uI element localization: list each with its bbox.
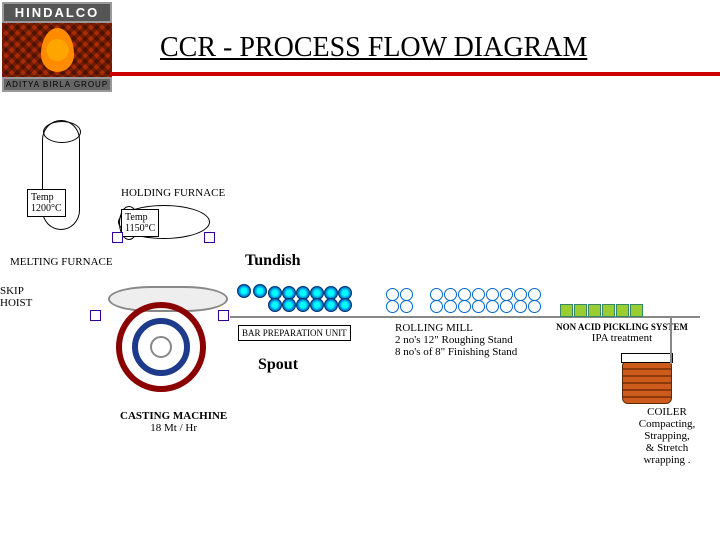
page-title: CCR - PROCESS FLOW DIAGRAM [160, 32, 587, 64]
connector-sq [90, 310, 101, 321]
logo-group: ADITYA BIRLA GROUP [2, 77, 112, 92]
coiler-block: COILER Compacting, Strapping, & Stretch … [622, 406, 712, 466]
melting-furnace-label: MELTING FURNACE [10, 256, 113, 268]
bar-prep-wheels [268, 298, 352, 312]
rolling-mill-block: ROLLING MILL 2 no's 12" Roughing Stand 8… [395, 322, 517, 358]
connector-sq [112, 232, 123, 243]
connector-sq [218, 310, 229, 321]
rolling-l1: 2 no's 12" Roughing Stand [395, 334, 517, 346]
holding-furnace-label: HOLDING FURNACE [121, 187, 225, 199]
coiler-l3: & Stretch [622, 442, 712, 454]
tundish-label: Tundish [245, 252, 300, 270]
bar-prep-label: BAR PREPARATION UNIT [238, 325, 351, 341]
coiler-feed-line [670, 318, 672, 364]
spout-label: Spout [258, 356, 298, 374]
coiler-icon [622, 360, 672, 404]
melting-temp-box: Temp 1200°C [27, 189, 66, 217]
pickling-units [560, 304, 643, 317]
rolling-title: ROLLING MILL [395, 322, 517, 334]
coiler-l1: Compacting, [622, 418, 712, 430]
rolling-rollers-bot [386, 300, 413, 313]
coiler-l4: wrapping . [622, 454, 712, 466]
company-logo: HINDALCO ADITYA BIRLA GROUP [2, 2, 112, 92]
bar-prep-wheels [237, 284, 267, 298]
coiler-title: COILER [622, 406, 712, 418]
title-underline [110, 72, 720, 76]
skip-hoist-label: SKIP HOIST [0, 285, 32, 309]
casting-rate: 18 Mt / Hr [120, 422, 227, 434]
coiler-l2: Strapping, [622, 430, 712, 442]
rolling-l2: 8 no's of 8" Finishing Stand [395, 346, 517, 358]
logo-pattern [2, 23, 112, 77]
connector-sq [204, 232, 215, 243]
holding-temp-box: Temp 1150°C [121, 209, 159, 237]
casting-wheel-icon [116, 302, 206, 392]
logo-brand: HINDALCO [2, 2, 112, 23]
casting-label-block: CASTING MACHINE 18 Mt / Hr [120, 410, 227, 434]
casting-title: CASTING MACHINE [120, 410, 227, 422]
rolling-rollers-bot [430, 300, 541, 313]
